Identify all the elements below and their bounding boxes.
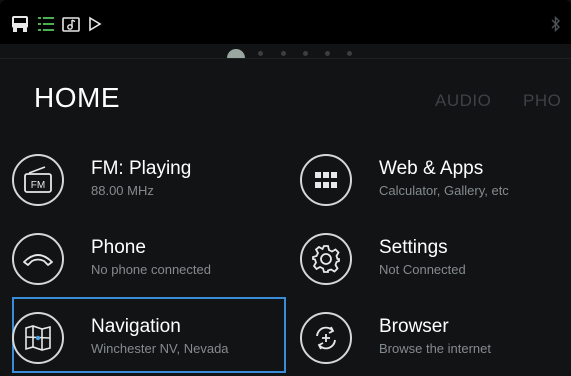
page-title: HOME (34, 82, 120, 113)
tile-subtitle: 88.00 MHz (91, 183, 154, 198)
status-bar (0, 0, 571, 44)
gear-icon (300, 233, 352, 285)
pager-track (0, 58, 571, 59)
tile-navigation[interactable]: Navigation Winchester NV, Nevada (12, 298, 297, 376)
tile-browser[interactable]: Browser Browse the internet (300, 298, 571, 376)
tile-web-apps[interactable]: Web & Apps Calculator, Gallery, etc (300, 140, 571, 218)
tile-title: Browser (379, 316, 449, 337)
list-icon[interactable] (38, 15, 54, 33)
tile-subtitle: No phone connected (91, 262, 211, 277)
bus-icon[interactable] (10, 14, 30, 34)
bluetooth-icon (551, 15, 561, 37)
page-indicator[interactable] (0, 47, 571, 61)
page-dot[interactable] (347, 51, 352, 56)
tile-title: Navigation (91, 316, 181, 337)
active-page-indicator (227, 49, 245, 58)
tile-subtitle: Winchester NV, Nevada (91, 341, 229, 356)
radio-icon: FM (12, 154, 64, 206)
tile-subtitle: Not Connected (379, 262, 466, 277)
tile-subtitle: Browse the internet (379, 341, 492, 356)
page-dot[interactable] (281, 51, 286, 56)
tile-title: Settings (379, 237, 448, 258)
tile-fm[interactable]: FM FM: Playing 88.00 MHz (12, 140, 297, 218)
map-icon (12, 312, 64, 364)
tile-title: FM: Playing (91, 158, 192, 179)
tile-title: Phone (91, 237, 146, 258)
music-icon[interactable] (62, 15, 80, 33)
page-dot[interactable] (258, 51, 263, 56)
tile-title: Web & Apps (379, 158, 484, 179)
page-dot[interactable] (325, 51, 330, 56)
apps-grid-icon (300, 154, 352, 206)
tab-phone[interactable]: PHO (523, 91, 561, 111)
tile-phone[interactable]: Phone No phone connected (12, 219, 297, 297)
browser-icon (300, 312, 352, 364)
phone-icon (12, 233, 64, 285)
tab-audio[interactable]: AUDIO (435, 91, 491, 111)
status-icons (10, 14, 102, 34)
tile-settings[interactable]: Settings Not Connected (300, 219, 571, 297)
play-icon[interactable] (88, 16, 102, 32)
infotainment-screen: HOME AUDIO PHO FM FM: Playing 88.00 MHz … (0, 0, 571, 376)
svg-text:FM: FM (31, 180, 45, 191)
tile-subtitle: Calculator, Gallery, etc (379, 183, 509, 198)
page-dot[interactable] (303, 51, 308, 56)
